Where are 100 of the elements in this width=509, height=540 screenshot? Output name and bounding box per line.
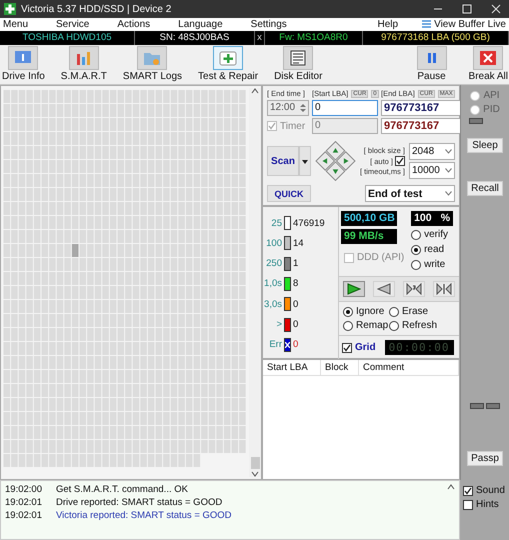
mode-label: read bbox=[424, 244, 444, 255]
status-led bbox=[469, 118, 483, 124]
close-icon[interactable] bbox=[491, 4, 501, 14]
ddd-label: DDD (API) bbox=[357, 252, 404, 263]
toolbar-button[interactable]: SMART Logs bbox=[122, 46, 184, 82]
legend-label: 25 bbox=[270, 218, 282, 229]
legend-label: 100 bbox=[265, 238, 282, 249]
scan-button[interactable]: Scan bbox=[267, 146, 299, 176]
log-message: Drive reported: SMART status = GOOD bbox=[56, 497, 222, 509]
scan-dropdown-button[interactable] bbox=[299, 146, 311, 176]
dropdown-caret-icon bbox=[445, 168, 452, 173]
timer-label: Timer bbox=[280, 120, 306, 132]
scroll-up-icon[interactable] bbox=[251, 88, 259, 94]
dropdown-caret-icon bbox=[445, 191, 452, 196]
legend-count: 1 bbox=[293, 258, 298, 270]
mode-label: write bbox=[424, 259, 446, 270]
status-led bbox=[486, 403, 500, 409]
log-message: Get S.M.A.R.T. command... OK bbox=[56, 484, 188, 496]
jump-icon bbox=[406, 283, 422, 295]
side-radio-label: API bbox=[483, 90, 500, 101]
mode-label: verify bbox=[424, 229, 448, 240]
block-size-select[interactable]: 2048 bbox=[409, 143, 455, 160]
radio-button[interactable] bbox=[389, 320, 399, 330]
legend-count: 0 bbox=[293, 339, 298, 350]
menu-item[interactable]: Settings bbox=[250, 19, 287, 30]
radio-button[interactable] bbox=[343, 320, 353, 330]
log-time: 19:02:01 bbox=[5, 510, 42, 522]
option-checkbox[interactable] bbox=[463, 486, 473, 496]
start-lba-field[interactable]: 0 bbox=[312, 100, 378, 116]
radio-button[interactable] bbox=[411, 244, 422, 254]
playback-button[interactable] bbox=[433, 281, 455, 297]
drive-serial-text: SN: 48SJ00BAS bbox=[135, 31, 255, 45]
playback-button[interactable] bbox=[343, 281, 365, 297]
app-icon bbox=[4, 3, 16, 15]
drive-model-text: TOSHIBA HDWD105 bbox=[0, 31, 135, 45]
maximize-icon[interactable] bbox=[462, 4, 472, 14]
current-end-lba-field: 976773167 bbox=[381, 118, 461, 134]
menu-item[interactable]: Language bbox=[178, 19, 223, 30]
caret-icon bbox=[302, 160, 308, 164]
info-icon bbox=[14, 50, 32, 66]
toolbar-button[interactable]: Drive Info bbox=[1, 46, 46, 82]
menu-item[interactable]: Help bbox=[378, 19, 398, 30]
quick-button[interactable]: QUICK bbox=[267, 185, 311, 202]
menu-item[interactable]: Menu bbox=[3, 19, 28, 30]
legend-label: 3,0s bbox=[263, 298, 282, 310]
sleep-button[interactable]: Sleep bbox=[467, 138, 503, 153]
column-header[interactable]: Comment bbox=[359, 360, 459, 375]
direction-pad[interactable] bbox=[315, 139, 356, 183]
passp-button[interactable]: Passp bbox=[467, 451, 503, 466]
radio-button[interactable] bbox=[389, 306, 399, 316]
recall-button[interactable]: Recall bbox=[467, 181, 503, 196]
speed-display: 99 MB/s bbox=[341, 229, 397, 244]
playback-button[interactable] bbox=[403, 281, 425, 297]
playback-button[interactable] bbox=[373, 281, 395, 297]
repair-option-label: Remap bbox=[356, 320, 388, 331]
current-lba-field: 0 bbox=[312, 118, 378, 134]
end-lba-field[interactable]: 976773167 bbox=[381, 100, 461, 116]
end-time-field[interactable]: 12:00 bbox=[267, 100, 309, 116]
radio-button[interactable] bbox=[411, 260, 422, 270]
auto-checkbox[interactable] bbox=[395, 156, 405, 166]
legend-label: 1,0s bbox=[263, 278, 282, 290]
legend-label: Err bbox=[268, 339, 282, 350]
legend-count: 8 bbox=[293, 278, 298, 290]
document-icon bbox=[289, 50, 308, 66]
toolbar-button[interactable]: Disk Editor bbox=[273, 46, 324, 82]
radio-button[interactable] bbox=[343, 306, 353, 316]
timeout-select[interactable]: 10000 bbox=[409, 162, 455, 179]
repair-option-label: Ignore bbox=[356, 306, 384, 317]
legend-count: 0 bbox=[293, 298, 298, 310]
close-icon bbox=[479, 50, 498, 66]
play-icon bbox=[347, 283, 361, 295]
menu-item[interactable]: Service bbox=[56, 19, 90, 30]
radio-button[interactable] bbox=[411, 230, 422, 240]
position-display: 500,10 GB bbox=[341, 211, 397, 226]
toolbar-button[interactable]: Test & Repair bbox=[197, 46, 260, 82]
rewind-icon bbox=[377, 283, 391, 295]
column-header[interactable]: Block bbox=[321, 360, 359, 375]
legend-count: 476919 bbox=[293, 218, 325, 229]
menu-item[interactable]: Actions bbox=[117, 19, 150, 30]
spinner-icon[interactable] bbox=[300, 103, 306, 113]
option-checkbox[interactable] bbox=[463, 500, 473, 510]
toolbar-button[interactable]: Break All bbox=[468, 46, 509, 82]
log-message: Victoria reported: SMART status = GOOD bbox=[56, 510, 232, 522]
view-buffer-link[interactable]: View Buffer Live bbox=[434, 19, 506, 30]
column-header[interactable]: Start LBA bbox=[263, 360, 321, 375]
end-action-select[interactable]: End of test bbox=[365, 185, 455, 202]
scroll-up-icon[interactable] bbox=[447, 484, 455, 490]
close-drive-button[interactable]: x bbox=[255, 31, 265, 45]
grid-checkbox[interactable] bbox=[342, 342, 352, 352]
legend-label: 250 bbox=[265, 258, 282, 270]
scrollbar-thumb[interactable] bbox=[250, 457, 260, 469]
scroll-down-icon[interactable] bbox=[251, 471, 259, 477]
list-icon bbox=[422, 20, 432, 29]
toolbar-button[interactable]: S.M.A.R.T bbox=[60, 46, 108, 82]
skip-end-icon bbox=[436, 283, 452, 295]
option-label: Sound bbox=[476, 485, 505, 496]
drive-firmware-text: Fw: MS1OA8R0 bbox=[265, 31, 363, 45]
grid-label: Grid bbox=[355, 342, 376, 353]
legend-count: 14 bbox=[293, 238, 304, 249]
side-radio-label: PID bbox=[483, 104, 500, 115]
